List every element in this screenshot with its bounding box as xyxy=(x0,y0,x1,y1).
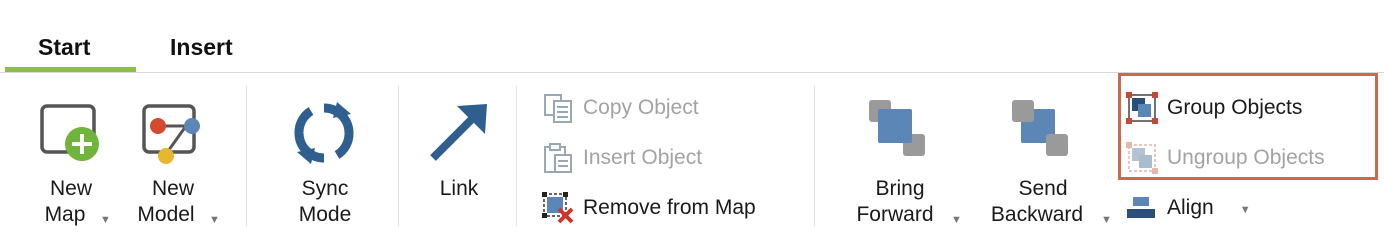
tab-start[interactable]: Start xyxy=(38,34,90,61)
insert-object-icon xyxy=(541,141,575,175)
copy-object-icon xyxy=(541,91,575,125)
sync-mode-label-1: Sync xyxy=(301,177,349,200)
ribbon-separator xyxy=(814,86,815,226)
link-button[interactable]: Link xyxy=(415,96,505,236)
ribbon-separator xyxy=(246,86,247,226)
tab-insert[interactable]: Insert xyxy=(170,34,233,61)
new-map-label-1: New xyxy=(49,177,92,200)
ribbon-separator xyxy=(398,86,399,226)
chevron-down-icon[interactable]: ▼ xyxy=(209,214,220,226)
send-backward-label-2: Backward xyxy=(990,203,1084,226)
bring-forward-label-1: Bring xyxy=(875,177,925,200)
remove-from-map-icon xyxy=(541,191,575,225)
chevron-down-icon[interactable]: ▼ xyxy=(1101,214,1112,226)
new-map-icon xyxy=(40,104,102,169)
align-button[interactable]: Align ▼ xyxy=(1125,190,1251,226)
group-objects-highlight-box xyxy=(1118,73,1378,180)
send-backward-label-1: Send xyxy=(1018,177,1068,200)
new-map-label-2: Map xyxy=(44,203,86,226)
new-model-label-2: Model xyxy=(137,203,195,226)
sync-mode-button[interactable]: Sync Mode xyxy=(275,96,375,236)
chevron-down-icon[interactable]: ▼ xyxy=(1240,204,1251,216)
new-model-icon xyxy=(142,104,206,171)
link-arrow-icon xyxy=(427,100,491,169)
chevron-down-icon[interactable]: ▼ xyxy=(951,214,962,226)
align-label: Align xyxy=(1167,196,1214,219)
insert-object-button[interactable]: Insert Object xyxy=(541,140,702,176)
link-label: Link xyxy=(439,177,479,200)
copy-object-button[interactable]: Copy Object xyxy=(541,90,699,126)
ribbon-tab-bar: Start Insert xyxy=(0,0,1384,74)
bring-forward-button[interactable]: Bring Forward ▼ xyxy=(843,96,963,236)
bring-forward-icon xyxy=(869,100,931,167)
insert-object-label: Insert Object xyxy=(583,146,703,169)
align-icon xyxy=(1125,191,1159,225)
remove-from-map-button[interactable]: Remove from Map xyxy=(541,190,756,226)
new-model-button[interactable]: New Model ▼ xyxy=(126,96,226,236)
send-backward-icon xyxy=(1012,100,1074,167)
chevron-down-icon[interactable]: ▼ xyxy=(100,214,111,226)
sync-mode-label-2: Mode xyxy=(298,203,352,226)
new-model-label-1: New xyxy=(151,177,194,200)
send-backward-button[interactable]: Send Backward ▼ xyxy=(980,96,1112,236)
bring-forward-label-2: Forward xyxy=(856,203,934,226)
new-map-button[interactable]: New Map ▼ xyxy=(28,96,118,236)
sync-icon xyxy=(289,98,359,173)
remove-from-map-label: Remove from Map xyxy=(583,196,756,219)
ribbon-separator xyxy=(516,86,517,226)
copy-object-label: Copy Object xyxy=(583,96,699,119)
